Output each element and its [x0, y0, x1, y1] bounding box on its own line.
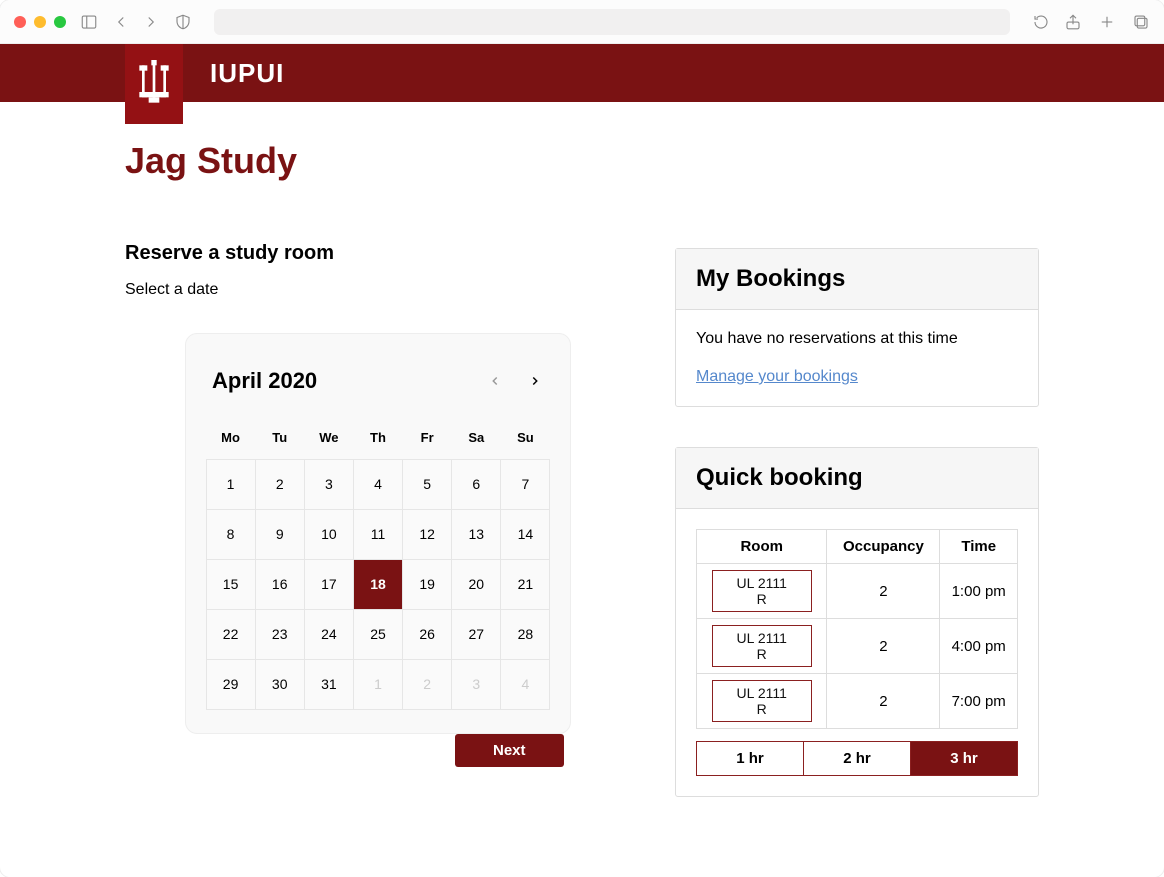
- site-header: IUPUI: [0, 44, 1164, 102]
- calendar-day[interactable]: 8: [206, 509, 256, 560]
- occupancy-cell: 2: [827, 619, 940, 674]
- col-occupancy: Occupancy: [827, 530, 940, 564]
- calendar-dow: Fr: [403, 422, 452, 459]
- calendar-day[interactable]: 23: [255, 609, 305, 660]
- occupancy-cell: 2: [827, 564, 940, 619]
- quick-booking-panel: Quick booking Room Occupancy Time UL 211…: [675, 447, 1039, 797]
- calendar-day[interactable]: 5: [402, 459, 452, 510]
- calendar-next-icon[interactable]: [526, 372, 544, 390]
- calendar-day[interactable]: 16: [255, 559, 305, 610]
- room-button[interactable]: UL 2111 R: [712, 570, 812, 612]
- calendar-day[interactable]: 27: [451, 609, 501, 660]
- calendar-day[interactable]: 18: [353, 559, 403, 610]
- my-bookings-heading: My Bookings: [676, 249, 1038, 310]
- calendar: April 2020 MoTuWeThFrSaSu 12345678910111…: [185, 333, 571, 734]
- calendar-day[interactable]: 11: [353, 509, 403, 560]
- browser-toolbar: [0, 0, 1164, 44]
- calendar-day[interactable]: 24: [304, 609, 354, 660]
- page-title: Jag Study: [125, 140, 1164, 182]
- section-subtitle: Reserve a study room: [125, 242, 615, 265]
- window-controls: [14, 16, 66, 28]
- calendar-day[interactable]: 19: [402, 559, 452, 610]
- quick-booking-table: Room Occupancy Time UL 2111 R21:00 pmUL …: [696, 529, 1018, 729]
- tabs-icon[interactable]: [1132, 13, 1150, 31]
- table-row: UL 2111 R 27:00 pm: [697, 674, 1018, 729]
- new-tab-icon[interactable]: [1098, 13, 1116, 31]
- room-button[interactable]: UL 2111 R: [712, 625, 812, 667]
- calendar-day[interactable]: 28: [500, 609, 550, 660]
- calendar-day[interactable]: 2: [255, 459, 305, 510]
- calendar-day[interactable]: 14: [500, 509, 550, 560]
- address-bar[interactable]: [214, 9, 1010, 35]
- calendar-dow: We: [304, 422, 353, 459]
- time-cell: 7:00 pm: [940, 674, 1018, 729]
- back-icon[interactable]: [112, 13, 130, 31]
- time-cell: 4:00 pm: [940, 619, 1018, 674]
- next-button[interactable]: Next: [455, 734, 564, 767]
- calendar-month-label: April 2020: [212, 368, 317, 394]
- instruction-text: Select a date: [125, 281, 615, 299]
- table-row: UL 2111 R 21:00 pm: [697, 564, 1018, 619]
- refresh-icon[interactable]: [1032, 13, 1050, 31]
- quick-booking-heading: Quick booking: [676, 448, 1038, 509]
- table-row: UL 2111 R 24:00 pm: [697, 619, 1018, 674]
- calendar-prev-icon[interactable]: [486, 372, 504, 390]
- calendar-dow: Tu: [255, 422, 304, 459]
- calendar-day[interactable]: 10: [304, 509, 354, 560]
- calendar-day[interactable]: 25: [353, 609, 403, 660]
- calendar-dow: Mo: [206, 422, 255, 459]
- time-cell: 1:00 pm: [940, 564, 1018, 619]
- calendar-day[interactable]: 26: [402, 609, 452, 660]
- no-reservations-text: You have no reservations at this time: [696, 330, 1018, 348]
- calendar-day[interactable]: 3: [304, 459, 354, 510]
- calendar-day[interactable]: 20: [451, 559, 501, 610]
- calendar-day[interactable]: 22: [206, 609, 256, 660]
- brand-name: IUPUI: [210, 58, 284, 89]
- calendar-day[interactable]: 13: [451, 509, 501, 560]
- calendar-day[interactable]: 1: [206, 459, 256, 510]
- iu-logo[interactable]: [125, 44, 183, 124]
- calendar-dow: Th: [353, 422, 402, 459]
- col-time: Time: [940, 530, 1018, 564]
- calendar-day[interactable]: 7: [500, 459, 550, 510]
- calendar-day[interactable]: 12: [402, 509, 452, 560]
- duration-tabs: 1 hr2 hr3 hr: [696, 741, 1018, 776]
- room-button[interactable]: UL 2111 R: [712, 680, 812, 722]
- calendar-dow: Su: [501, 422, 550, 459]
- occupancy-cell: 2: [827, 674, 940, 729]
- calendar-day[interactable]: 29: [206, 659, 256, 710]
- shield-icon[interactable]: [174, 13, 192, 31]
- calendar-day: 4: [500, 659, 550, 710]
- duration-tab[interactable]: 2 hr: [804, 742, 911, 775]
- manage-bookings-link[interactable]: Manage your bookings: [696, 368, 858, 385]
- calendar-day[interactable]: 4: [353, 459, 403, 510]
- calendar-day[interactable]: 9: [255, 509, 305, 560]
- close-window-icon[interactable]: [14, 16, 26, 28]
- calendar-day[interactable]: 17: [304, 559, 354, 610]
- share-icon[interactable]: [1064, 13, 1082, 31]
- calendar-day[interactable]: 6: [451, 459, 501, 510]
- calendar-dow: Sa: [452, 422, 501, 459]
- duration-tab[interactable]: 1 hr: [697, 742, 804, 775]
- calendar-day: 3: [451, 659, 501, 710]
- col-room: Room: [697, 530, 827, 564]
- calendar-day[interactable]: 21: [500, 559, 550, 610]
- minimize-window-icon[interactable]: [34, 16, 46, 28]
- calendar-day[interactable]: 30: [255, 659, 305, 710]
- duration-tab[interactable]: 3 hr: [911, 742, 1017, 775]
- calendar-day[interactable]: 31: [304, 659, 354, 710]
- calendar-day: 2: [402, 659, 452, 710]
- calendar-day: 1: [353, 659, 403, 710]
- forward-icon[interactable]: [142, 13, 160, 31]
- sidebar-icon[interactable]: [80, 13, 98, 31]
- calendar-day[interactable]: 15: [206, 559, 256, 610]
- maximize-window-icon[interactable]: [54, 16, 66, 28]
- my-bookings-panel: My Bookings You have no reservations at …: [675, 248, 1039, 407]
